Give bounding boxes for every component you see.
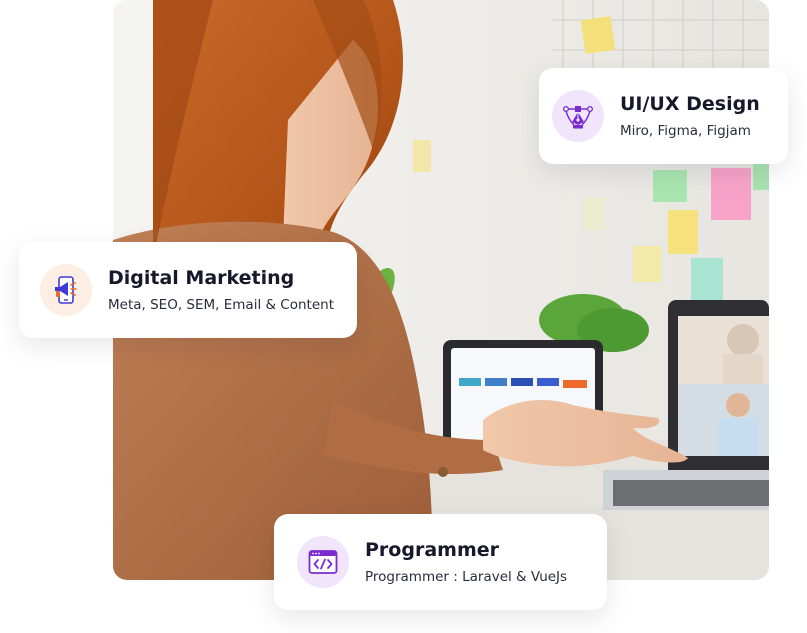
programmer-icon-badge [297, 536, 349, 588]
skill-card-programmer: Programmer Programmer : Laravel & VueJs [274, 514, 607, 610]
page: UI/UX Design Miro, Figma, Figjam Digital… [0, 0, 807, 633]
code-window-icon [308, 550, 338, 574]
digital-marketing-subtitle: Meta, SEO, SEM, Email & Content [108, 297, 334, 313]
uiux-title: UI/UX Design [620, 93, 760, 115]
pen-tool-icon [563, 105, 594, 129]
megaphone-icon [55, 276, 77, 304]
uiux-icon-badge [552, 90, 604, 142]
digital-marketing-title: Digital Marketing [108, 267, 295, 289]
skill-card-uiux: UI/UX Design Miro, Figma, Figjam [539, 68, 788, 164]
programmer-title: Programmer [365, 539, 499, 561]
programmer-subtitle: Programmer : Laravel & VueJs [365, 569, 568, 585]
digital-marketing-icon-badge [40, 264, 92, 316]
skill-card-digital-marketing: Digital Marketing Meta, SEO, SEM, Email … [19, 242, 357, 338]
uiux-subtitle: Miro, Figma, Figjam [620, 123, 751, 139]
